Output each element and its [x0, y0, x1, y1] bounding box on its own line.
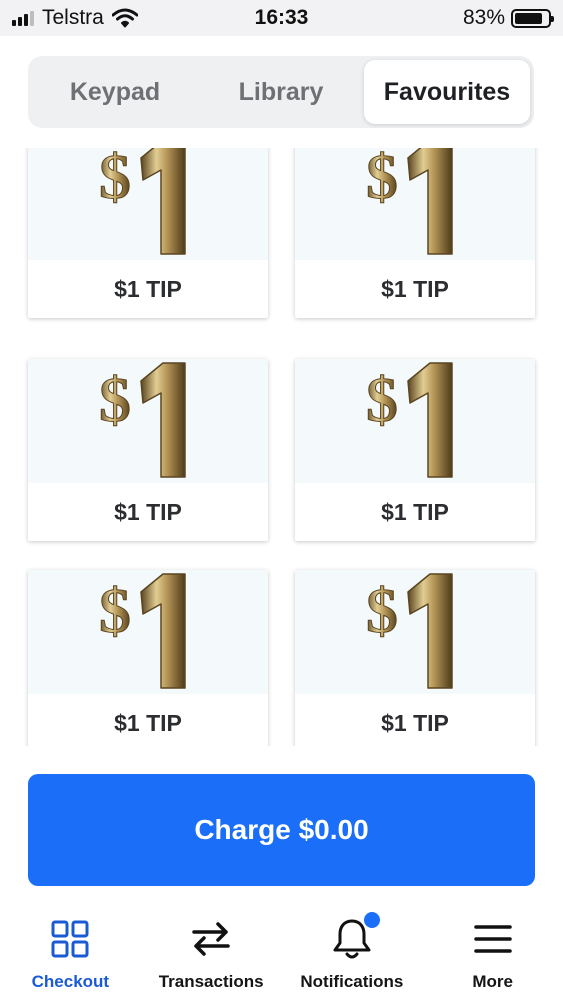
tile-image: $ [295, 359, 535, 483]
swap-arrows-icon [191, 914, 231, 964]
carrier-name: Telstra [42, 6, 104, 29]
tab-keypad[interactable]: Keypad [32, 60, 198, 124]
tile-image: $ [28, 148, 268, 260]
favourite-tile[interactable]: $ $1 TIP [295, 148, 535, 318]
svg-text:$: $ [99, 575, 131, 646]
grid-icon [51, 914, 89, 964]
svg-text:$: $ [99, 364, 131, 435]
favourite-tile[interactable]: $ $1 TIP [28, 570, 268, 746]
svg-text:$: $ [366, 148, 398, 212]
tile-label: $1 TIP [114, 709, 182, 736]
nav-label-notifications: Notifications [300, 972, 404, 991]
nav-item-notifications[interactable]: Notifications [282, 900, 423, 999]
favourites-grid[interactable]: $ $1 TIP $ $1 TIP $ $1 TIP $ $1 TIP $ $1… [0, 148, 563, 746]
tile-label: $1 TIP [381, 498, 449, 525]
tile-label: $1 TIP [114, 275, 182, 302]
checkout-mode-tabs: Keypad Library Favourites [28, 56, 534, 128]
tile-image: $ [28, 359, 268, 483]
gold-dollar-one-icon: $ [366, 362, 453, 478]
battery-icon [511, 8, 554, 28]
battery-percentage: 83% [462, 6, 505, 29]
nav-label-checkout: Checkout [31, 972, 110, 991]
favourite-tile[interactable]: $ $1 TIP [28, 359, 268, 541]
charge-button[interactable]: Charge $0.00 [28, 774, 535, 886]
tile-image: $ [28, 570, 268, 694]
nav-label-more: More [472, 972, 513, 991]
status-time: 16:33 [254, 6, 309, 29]
favourite-tile[interactable]: $ $1 TIP [295, 570, 535, 746]
battery-level-fill [515, 12, 542, 24]
favourite-tile[interactable]: $ $1 TIP [28, 148, 268, 318]
tile-label: $1 TIP [381, 709, 449, 736]
tile-image: $ [295, 148, 535, 260]
gold-dollar-one-icon: $ [99, 362, 186, 478]
tile-label: $1 TIP [114, 498, 182, 525]
nav-item-checkout[interactable]: Checkout [0, 900, 141, 999]
nav-item-more[interactable]: More [422, 900, 563, 999]
tile-label: $1 TIP [381, 275, 449, 302]
status-right: 83% [361, 6, 554, 30]
wifi-icon [111, 8, 138, 28]
svg-text:$: $ [366, 575, 398, 646]
gold-dollar-one-icon: $ [366, 148, 453, 255]
menu-icon [473, 914, 512, 964]
tab-favourites[interactable]: Favourites [364, 60, 530, 124]
gold-dollar-one-icon: $ [99, 148, 186, 255]
status-bar: Telstra 16:33 83% [0, 0, 563, 36]
nav-item-transactions[interactable]: Transactions [141, 900, 282, 999]
bottom-navigation: Checkout Transactions Notifications More [0, 900, 563, 999]
gold-dollar-one-icon: $ [99, 573, 186, 689]
tile-image: $ [295, 570, 535, 694]
gold-dollar-one-icon: $ [366, 573, 453, 689]
nav-label-transactions: Transactions [158, 972, 264, 991]
status-left: Telstra [12, 6, 202, 30]
tab-library[interactable]: Library [198, 60, 364, 124]
svg-text:$: $ [366, 364, 398, 435]
cellular-signal-icon [12, 10, 34, 26]
bell-icon [332, 910, 382, 964]
favourite-tile[interactable]: $ $1 TIP [295, 359, 535, 541]
svg-text:$: $ [99, 148, 131, 212]
notification-badge-dot [361, 910, 382, 930]
